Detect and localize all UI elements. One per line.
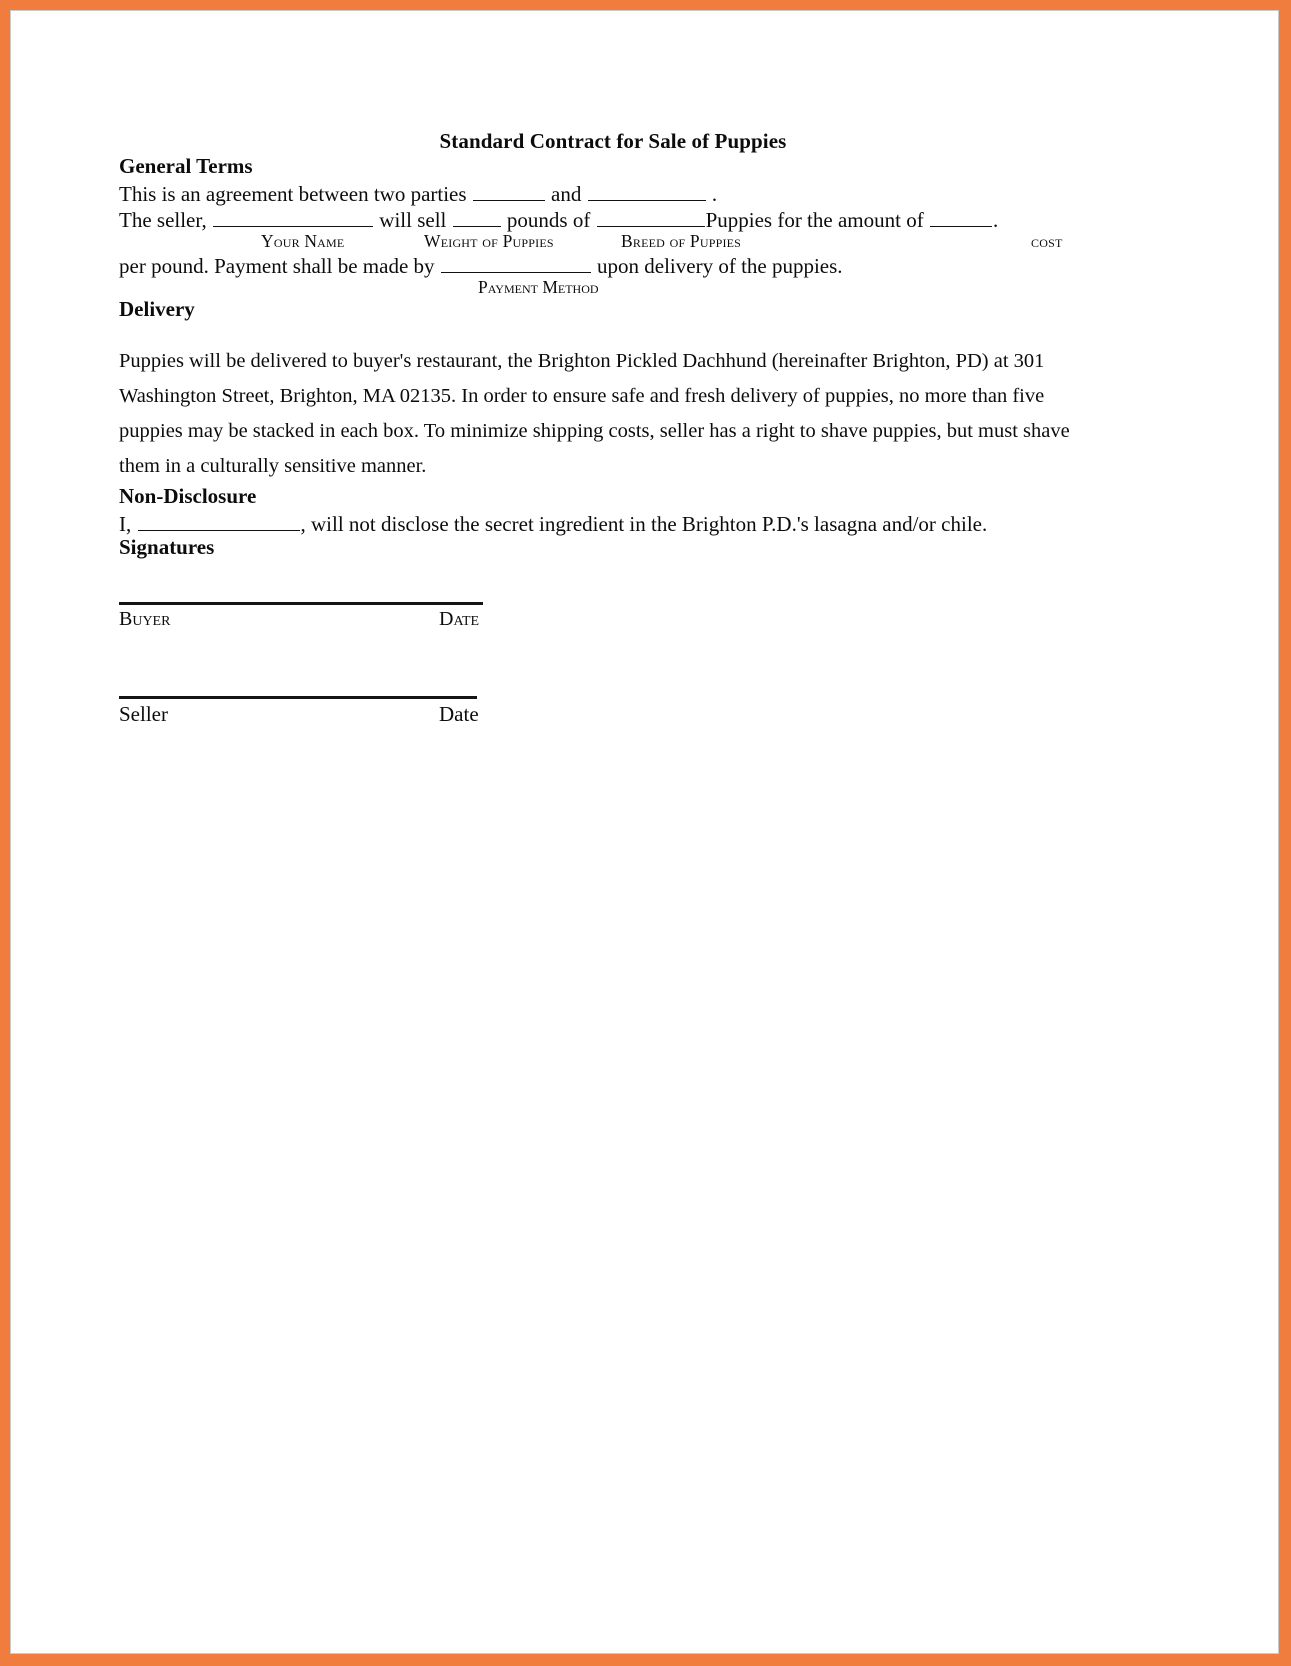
seller-text-2: will sell <box>374 208 452 232</box>
caption-weight-of-puppies: Weight of Puppies <box>424 231 554 251</box>
buyer-signature-labels: Buyer Date <box>119 608 1107 634</box>
delivery-paragraph: Puppies will be delivered to buyer's res… <box>119 350 1070 478</box>
section-heading-non-disclosure: Non-Disclosure <box>119 484 257 509</box>
parties-text-3: . <box>706 182 718 206</box>
payment-method-blank[interactable] <box>440 251 591 273</box>
signature-row-seller: Seller Date <box>119 696 1107 728</box>
payment-text-2: upon delivery of the puppies. <box>591 254 843 278</box>
caption-cost: cost <box>1031 231 1063 251</box>
weight-blank[interactable] <box>452 205 501 227</box>
payment-sentence: per pound. Payment shall be made by upon… <box>119 251 1107 277</box>
orange-page-frame: Standard Contract for Sale of Puppies Ge… <box>0 0 1291 1666</box>
section-heading-delivery: Delivery <box>119 297 195 321</box>
field-captions-row: Your Name Weight of Puppies Breed of Pup… <box>119 231 1107 251</box>
seller-text-3: pounds of <box>501 208 596 232</box>
seller-sentence: The seller, will sell pounds of Puppies … <box>119 205 1107 231</box>
party-two-blank[interactable] <box>587 179 706 201</box>
discloser-name-blank[interactable] <box>137 509 300 532</box>
non-disclosure-sentence: I, , will not disclose the secret ingred… <box>119 509 1107 535</box>
seller-text-5: . <box>992 208 999 232</box>
section-heading-general-terms: General Terms <box>119 154 253 178</box>
document-title: Standard Contract for Sale of Puppies <box>439 129 787 153</box>
label-seller: Seller <box>119 702 168 727</box>
payment-text-1: per pound. Payment shall be made by <box>119 254 440 278</box>
document-page: Standard Contract for Sale of Puppies Ge… <box>10 10 1279 1654</box>
non-disclosure-text-1: I, <box>119 512 137 537</box>
parties-sentence: This is an agreement between two parties… <box>119 179 1107 205</box>
party-one-blank[interactable] <box>472 179 545 201</box>
label-buyer: Buyer <box>119 608 171 631</box>
caption-your-name: Your Name <box>261 231 345 251</box>
seller-text-4: Puppies for the amount of <box>705 208 929 232</box>
seller-signature-labels: Seller Date <box>119 702 1107 728</box>
parties-text-2: and <box>545 182 587 206</box>
caption-breed-of-puppies: Breed of Puppies <box>621 231 742 251</box>
seller-name-blank[interactable] <box>213 205 374 227</box>
payment-caption-row: Payment Method <box>119 277 1107 297</box>
cost-blank[interactable] <box>929 205 992 227</box>
label-seller-date: Date <box>439 702 479 727</box>
seller-text-1: The seller, <box>119 208 213 232</box>
section-heading-signatures: Signatures <box>119 535 215 560</box>
seller-signature-line[interactable] <box>119 696 477 700</box>
caption-payment-method: Payment Method <box>478 277 599 297</box>
document-content: Standard Contract for Sale of Puppies Ge… <box>119 11 1107 728</box>
signature-row-buyer: Buyer Date <box>119 602 1107 634</box>
buyer-signature-line[interactable] <box>119 602 483 606</box>
non-disclosure-text-2: , will not disclose the secret ingredien… <box>300 512 988 537</box>
label-buyer-date: Date <box>439 608 480 631</box>
breed-blank[interactable] <box>596 205 705 227</box>
parties-text-1: This is an agreement between two parties <box>119 182 472 206</box>
